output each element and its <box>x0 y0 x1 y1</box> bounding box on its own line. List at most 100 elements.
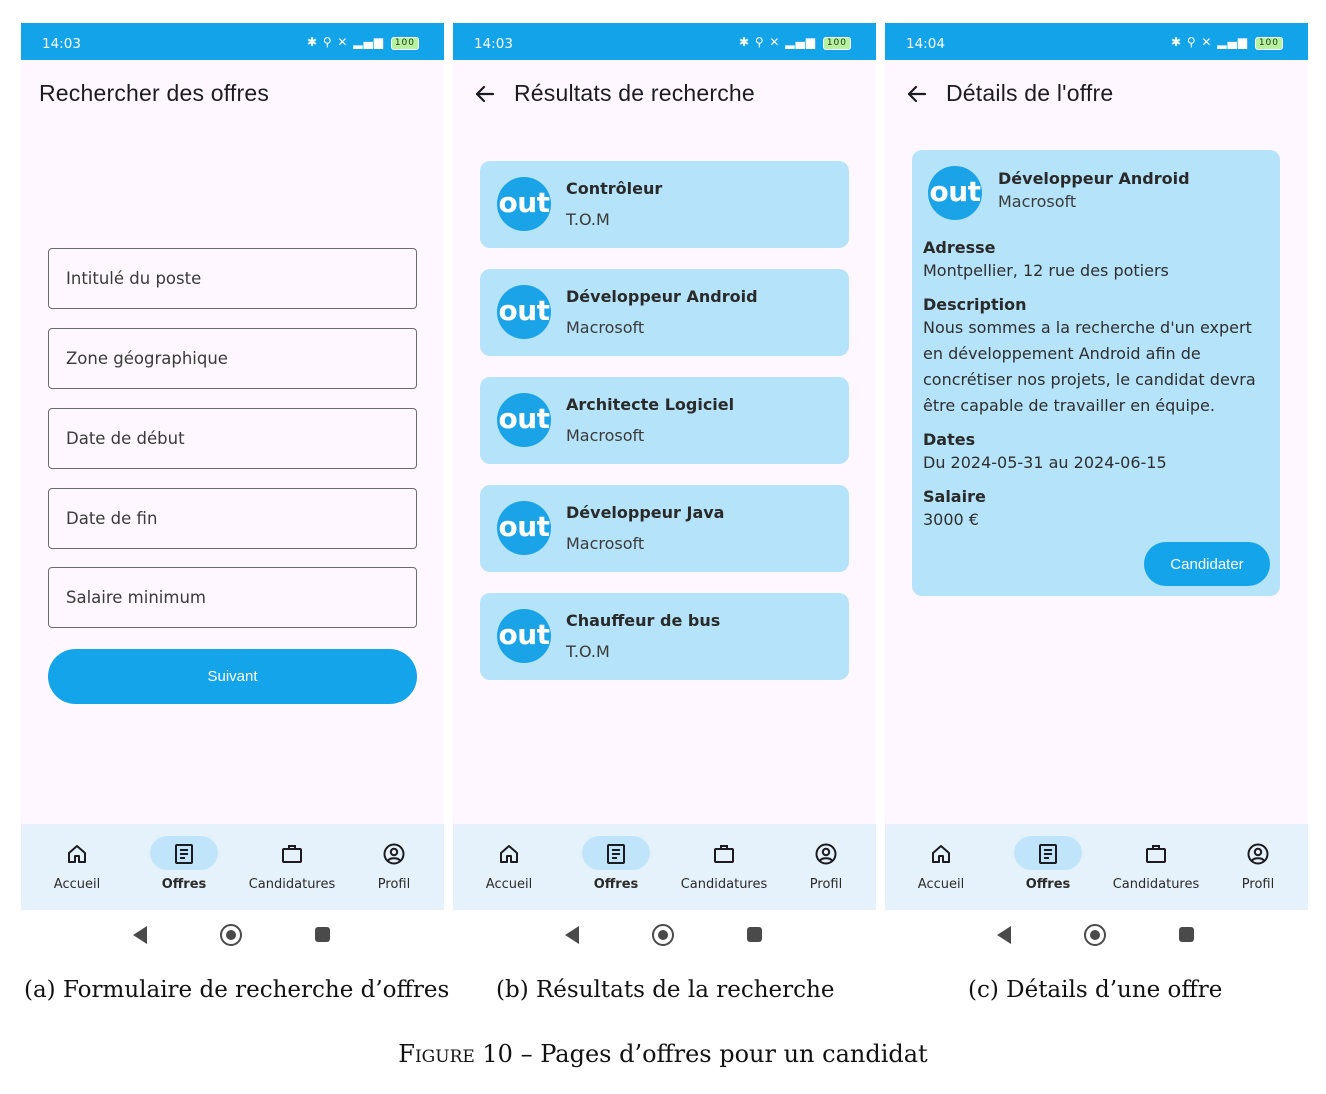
account-circle-icon <box>815 843 837 865</box>
subfigure-caption-b: (b) Résultats de la recherche <box>496 977 835 1003</box>
result-card[interactable]: out Architecte Logiciel Macrosoft <box>480 377 849 464</box>
company-logo: out <box>928 166 982 220</box>
account-circle-icon <box>383 843 405 865</box>
subfigure-caption-a: (a) Formulaire de recherche d’offres <box>24 977 450 1003</box>
offer-title: Développeur Java <box>566 503 725 522</box>
briefcase-icon <box>1146 845 1166 863</box>
offer-company: Macrosoft <box>566 426 645 445</box>
result-card[interactable]: out Développeur Java Macrosoft <box>480 485 849 572</box>
job-title-input[interactable] <box>49 249 416 308</box>
nav-item-accueil[interactable]: Accueil <box>888 824 994 910</box>
status-bar: 14:03 ✱ ⚲ ✕ ▂▄▆ 100 <box>21 23 444 60</box>
offer-title: Contrôleur <box>566 179 663 198</box>
start-date-input[interactable] <box>49 409 416 468</box>
figure-caption-text: – Pages d’offres pour un candidat <box>512 1040 928 1068</box>
nav-item-candidatures[interactable]: Candidatures <box>1103 824 1209 910</box>
result-card[interactable]: out Chauffeur de bus T.O.M <box>480 593 849 680</box>
status-time: 14:03 <box>42 36 81 52</box>
company-logo: out <box>497 177 551 231</box>
nav-label: Offres <box>161 877 207 892</box>
offer-detail-card: out Développeur Android Macrosoft Adress… <box>912 150 1280 596</box>
system-home-icon[interactable] <box>652 924 674 946</box>
address-value: Montpellier, 12 rue des potiers <box>923 261 1169 280</box>
page-title: Rechercher des offres <box>39 80 270 106</box>
company-logo: out <box>497 501 551 555</box>
battery-icon: 100 <box>1254 37 1283 50</box>
nav-item-accueil[interactable]: Accueil <box>456 824 562 910</box>
company-logo: out <box>497 609 551 663</box>
nav-label: Accueil <box>53 877 101 892</box>
system-recents-icon[interactable] <box>747 927 762 942</box>
offer-title: Architecte Logiciel <box>566 395 735 414</box>
nav-item-offres[interactable]: Offres <box>131 824 237 910</box>
salary-label: Salaire <box>923 487 986 506</box>
address-label: Adresse <box>923 238 996 257</box>
nav-item-offres[interactable]: Offres <box>563 824 669 910</box>
status-bar: 14:03 ✱ ⚲ ✕ ▂▄▆ 100 <box>453 23 876 60</box>
min-salary-input[interactable] <box>49 568 416 627</box>
nav-label: Candidatures <box>1112 877 1200 892</box>
nav-label: Candidatures <box>248 877 336 892</box>
nav-item-candidatures[interactable]: Candidatures <box>239 824 345 910</box>
system-navigation <box>453 910 876 960</box>
home-icon <box>500 845 518 863</box>
nav-label: Profil <box>1241 877 1275 892</box>
salary-value: 3000 € <box>923 510 979 529</box>
system-back-icon[interactable] <box>997 926 1011 944</box>
status-icons: ✱ ⚲ ✕ ▂▄▆ 100 <box>1171 35 1283 50</box>
nav-label: Accueil <box>917 877 965 892</box>
status-icon-glyphs: ✱ ⚲ ✕ ▂▄▆ <box>738 35 816 49</box>
nav-label: Offres <box>1025 877 1071 892</box>
result-card[interactable]: out Développeur Android Macrosoft <box>480 269 849 356</box>
offer-company: Macrosoft <box>566 534 645 553</box>
document-icon <box>1039 844 1057 864</box>
start-date-field[interactable] <box>48 408 417 469</box>
system-recents-icon[interactable] <box>315 927 330 942</box>
bottom-navigation: Accueil Offres Candidatures Profil <box>453 824 876 910</box>
offer-company: T.O.M <box>566 642 610 661</box>
bottom-navigation: Accueil Offres Candidatures Profil <box>885 824 1308 910</box>
nav-item-profil[interactable]: Profil <box>1205 824 1311 910</box>
nav-item-candidatures[interactable]: Candidatures <box>671 824 777 910</box>
offer-company: Macrosoft <box>566 318 645 337</box>
briefcase-icon <box>282 845 302 863</box>
nav-label: Profil <box>809 877 843 892</box>
search-results-screen: 14:03 ✱ ⚲ ✕ ▂▄▆ 100 Résultats de recherc… <box>453 23 876 960</box>
system-back-icon[interactable] <box>133 926 147 944</box>
system-home-icon[interactable] <box>1084 924 1106 946</box>
job-title-field[interactable] <box>48 248 417 309</box>
nav-item-offres[interactable]: Offres <box>995 824 1101 910</box>
back-arrow-icon[interactable] <box>905 82 929 106</box>
location-input[interactable] <box>49 329 416 388</box>
status-icon-glyphs: ✱ ⚲ ✕ ▂▄▆ <box>306 35 384 49</box>
end-date-input[interactable] <box>49 489 416 548</box>
next-button[interactable]: Suivant <box>48 649 417 704</box>
status-icon-glyphs: ✱ ⚲ ✕ ▂▄▆ <box>1170 35 1248 49</box>
location-field[interactable] <box>48 328 417 389</box>
status-icons: ✱ ⚲ ✕ ▂▄▆ 100 <box>739 35 851 50</box>
system-recents-icon[interactable] <box>1179 927 1194 942</box>
account-circle-icon <box>1247 843 1269 865</box>
system-back-icon[interactable] <box>565 926 579 944</box>
back-arrow-icon[interactable] <box>473 82 497 106</box>
end-date-field[interactable] <box>48 488 417 549</box>
system-navigation <box>21 910 444 960</box>
nav-item-profil[interactable]: Profil <box>341 824 447 910</box>
figure-caption: Figure 10 – Pages d’offres pour un candi… <box>0 1040 1326 1068</box>
apply-button[interactable]: Candidater <box>1144 542 1270 586</box>
status-time: 14:03 <box>474 36 513 52</box>
offer-title: Développeur Android <box>998 169 1190 188</box>
search-form-screen: 14:03 ✱ ⚲ ✕ ▂▄▆ 100 Rechercher des offre… <box>21 23 444 960</box>
status-bar: 14:04 ✱ ⚲ ✕ ▂▄▆ 100 <box>885 23 1308 60</box>
system-home-icon[interactable] <box>220 924 242 946</box>
document-icon <box>607 844 625 864</box>
nav-label: Offres <box>593 877 639 892</box>
page-title: Détails de l'offre <box>946 80 1114 106</box>
offer-company: T.O.M <box>566 210 610 229</box>
offer-company: Macrosoft <box>998 192 1077 211</box>
result-card[interactable]: out Contrôleur T.O.M <box>480 161 849 248</box>
min-salary-field[interactable] <box>48 567 417 628</box>
nav-item-accueil[interactable]: Accueil <box>24 824 130 910</box>
nav-item-profil[interactable]: Profil <box>773 824 879 910</box>
description-value: Nous sommes a la recherche d'un expert e… <box>923 318 1256 415</box>
